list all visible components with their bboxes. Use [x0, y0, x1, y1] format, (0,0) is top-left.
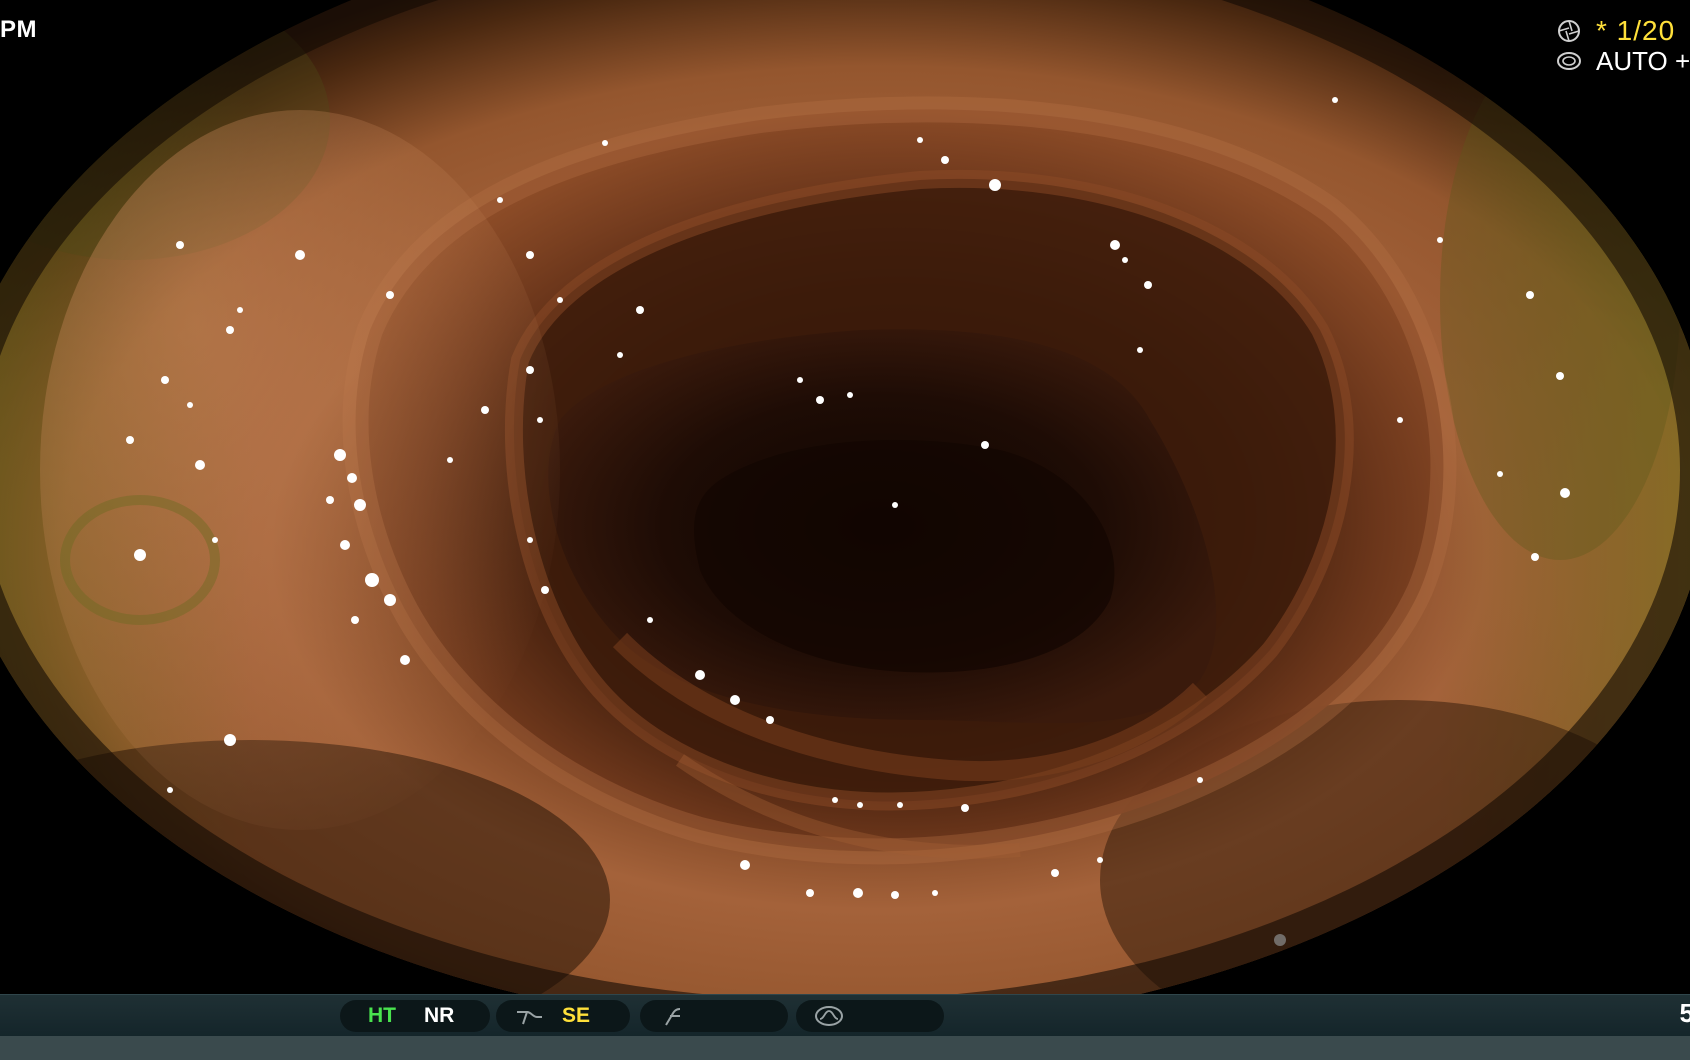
edge-digit: 5 [1679, 998, 1690, 1028]
shutter-icon [1558, 20, 1580, 42]
time-label: PM [0, 16, 37, 43]
shutter-indicator: * 1/20 [1556, 14, 1675, 48]
color-enhancement-icon [665, 1008, 681, 1026]
light-mode-icon [815, 1006, 843, 1026]
status-bar: HT NR SE [0, 994, 1690, 1037]
endoscopic-view [0, 0, 1690, 1030]
shutter-value: * 1/20 [1596, 15, 1676, 46]
ht-label: HT [368, 1004, 396, 1027]
iris-icon [1557, 52, 1581, 70]
se-label: SE [562, 1004, 591, 1027]
nr-label: NR [424, 1004, 455, 1027]
structure-enhancement-icon [517, 1011, 542, 1025]
status-bar-lower [0, 1036, 1690, 1060]
iris-indicator: AUTO + [1556, 44, 1690, 78]
color-pill [640, 1000, 788, 1032]
light-pill [796, 1000, 944, 1032]
iris-value: AUTO + [1596, 45, 1690, 76]
enhancement-pill: HT NR [340, 1000, 490, 1032]
endoscopy-frame: PM * 1/20 AUTO + HT NR SE 5 [0, 0, 1690, 1060]
structure-pill: SE [496, 1000, 630, 1032]
